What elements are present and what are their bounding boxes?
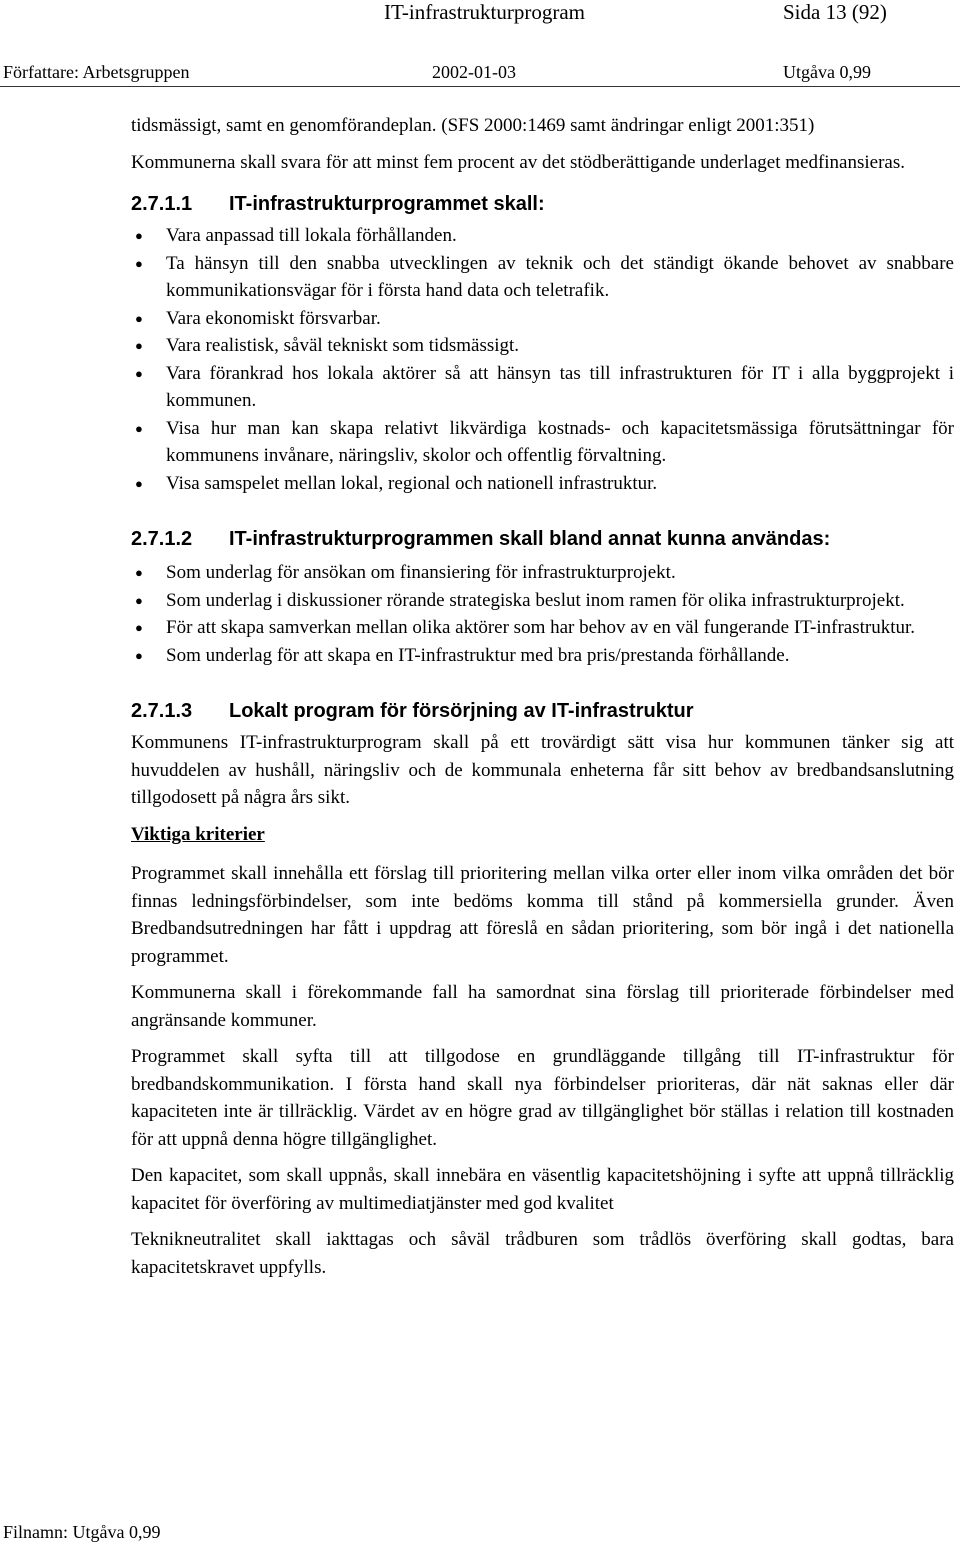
bullet-icon: ● [135, 365, 143, 381]
bullet-icon: ● [135, 475, 143, 491]
author: Författare: Arbetsgruppen [3, 62, 190, 82]
section-title: Lokalt program för försörjning av IT-inf… [229, 700, 694, 722]
bullet-icon: ● [135, 592, 143, 608]
list-item: ● Visa samspelet mellan lokal, regional o… [131, 470, 954, 498]
list-item: ● Som underlag för att skapa en IT-infras… [131, 642, 954, 670]
document-title: IT-infrastrukturprogram [384, 0, 585, 24]
section-number: 2.7.1.3 [131, 700, 193, 722]
section-title: IT-infrastrukturprogrammet skall: [229, 193, 545, 215]
intro-paragraph: tidsmässigt, samt en genomförandeplan. (… [131, 115, 815, 136]
page-number: Sida 13 (92) [783, 0, 887, 24]
page-footer-filename: Filnamn: Utgåva 0,99 [3, 1522, 161, 1542]
bullet-list: ● Som underlag för ansökan om finansierin… [131, 559, 954, 669]
edition: Utgåva 0,99 [783, 62, 871, 82]
document-body: tidsmässigt, samt en genomförandeplan. (… [131, 112, 954, 1290]
bullet-list: ● Vara anpassad till lokala förhållanden.… [131, 222, 954, 497]
section-heading-2-7-1-3: 2.7.1.3 Lokalt program för försörjning a… [131, 697, 954, 725]
section-title: IT-infrastrukturprogrammen skall bland a… [229, 528, 831, 550]
list-item: ● Ta hänsyn till den snabba utvecklingen … [131, 250, 954, 305]
bullet-icon: ● [135, 228, 143, 243]
bullet-icon: ● [135, 338, 143, 353]
list-item: ● Som underlag för ansökan om finansierin… [131, 559, 954, 587]
header-meta-row: Författare: Arbetsgruppen 2002-01-03 Utg… [0, 60, 960, 87]
list-item: ● Vara ekonomiskt försvarbar. [131, 305, 954, 333]
bullet-icon: ● [135, 647, 143, 663]
criteria-paragraph: Kommunerna skall i förekommande fall ha … [131, 982, 954, 1031]
criteria-paragraph: Programmet skall innehålla ett förslag t… [131, 863, 954, 967]
subheading-viktiga-kriterier: Viktiga kriterier [131, 823, 265, 845]
bullet-icon: ● [135, 620, 143, 635]
criteria-paragraph: Den kapacitet, som skall uppnås, skall i… [131, 1165, 954, 1214]
section-number: 2.7.1.1 [131, 193, 193, 215]
intro-paragraph: Kommunerna skall svara för att minst fem… [131, 151, 905, 173]
bullet-icon: ● [135, 255, 143, 271]
list-item: ● Vara förankrad hos lokala aktörer så at… [131, 360, 954, 415]
section-number: 2.7.1.2 [131, 528, 193, 550]
list-item: ● Vara anpassad till lokala förhållanden. [131, 222, 954, 250]
list-item: ● Som underlag i diskussioner rörande str… [131, 587, 954, 615]
section-heading-2-7-1-2: 2.7.1.2 IT-infrastrukturprogrammen skall… [131, 525, 954, 553]
criteria-paragraph: Teknikneutralitet skall iakttagas och så… [131, 1229, 954, 1278]
list-item: ● Vara realistisk, såväl tekniskt som tid… [131, 332, 954, 360]
bullet-icon: ● [135, 565, 143, 580]
section-paragraph: Kommunens IT-infrastrukturprogram skall … [131, 732, 954, 808]
list-item: ● Visa hur man kan skapa relativt likvärd… [131, 415, 954, 470]
list-item: ● För att skapa samverkan mellan olika ak… [131, 614, 954, 642]
section-heading-2-7-1-1: 2.7.1.1 IT-infrastrukturprogrammet skall… [131, 190, 954, 218]
bullet-icon: ● [135, 310, 143, 326]
date: 2002-01-03 [432, 62, 516, 82]
bullet-icon: ● [135, 420, 143, 436]
criteria-paragraph: Programmet skall syfta till att tillgodo… [131, 1046, 954, 1150]
